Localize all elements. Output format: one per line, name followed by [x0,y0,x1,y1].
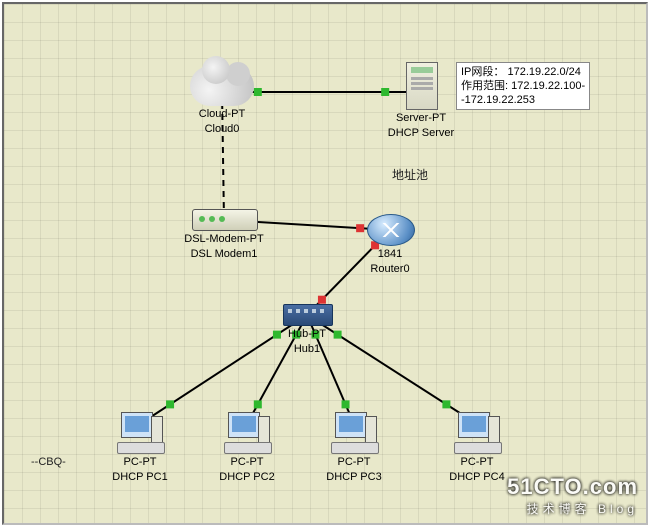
dhcp-info-box: IP网段： 172.19.22.0/24 作用范围: 172.19.22.100… [456,62,590,110]
device-type: PC-PT [103,456,177,469]
device-name: Hub1 [283,343,331,356]
device-name: DHCP PC4 [440,471,514,484]
info-label: IP网段： [461,66,504,78]
watermark-line2: 技术博客 Blog [507,500,638,517]
pc-icon [224,412,270,454]
author-footnote: --CBQ- [31,456,66,468]
device-type: 1841 [367,248,413,261]
device-type: PC-PT [317,456,391,469]
device-server[interactable]: Server-PT DHCP Server [406,62,436,140]
device-type: Cloud-PT [190,108,254,121]
info-line-3: -172.19.22.253 [461,93,585,107]
device-name: DHCP Server [382,127,460,140]
device-hub[interactable]: Hub-PT Hub1 [283,304,331,356]
watermark: 51CTO.com 技术博客 Blog [507,474,638,517]
info-value: -172.19.22.253 [461,94,535,106]
hub-icon [283,304,333,326]
watermark-line1: 51CTO.com [507,474,638,500]
device-name: DHCP PC2 [210,471,284,484]
device-pc4[interactable]: PC-PT DHCP PC4 [454,412,500,484]
info-value: 172.19.22.0/24 [507,66,580,78]
device-cloud[interactable]: Cloud-PT Cloud0 [190,66,254,136]
device-type: Hub-PT [283,328,331,341]
info-line-2: 作用范围: 172.19.22.100- [461,79,585,93]
pc-icon [117,412,163,454]
device-type: DSL-Modem-PT [178,233,270,246]
device-name: Cloud0 [190,123,254,136]
app-frame: IP网段： 172.19.22.0/24 作用范围: 172.19.22.100… [0,0,650,527]
info-value: 172.19.22.100- [511,80,585,92]
device-name: DHCP PC3 [317,471,391,484]
device-pc2[interactable]: PC-PT DHCP PC2 [224,412,270,484]
device-type: PC-PT [440,456,514,469]
modem-icon [192,209,258,231]
device-type: PC-PT [210,456,284,469]
address-pool-label: 地址池 [392,166,428,183]
device-name: Router0 [367,263,413,276]
pc-icon [331,412,377,454]
device-pc3[interactable]: PC-PT DHCP PC3 [331,412,377,484]
device-modem[interactable]: DSL-Modem-PT DSL Modem1 [192,209,256,261]
info-label: 作用范围: [461,80,508,92]
device-router[interactable]: 1841 Router0 [367,214,413,276]
workspace-canvas[interactable]: IP网段： 172.19.22.0/24 作用范围: 172.19.22.100… [2,2,648,525]
router-icon [367,214,415,246]
device-type: Server-PT [382,112,460,125]
cloud-icon [190,66,254,106]
device-name: DHCP PC1 [103,471,177,484]
pc-icon [454,412,500,454]
info-line-1: IP网段： 172.19.22.0/24 [461,65,585,79]
device-pc1[interactable]: PC-PT DHCP PC1 [117,412,163,484]
device-name: DSL Modem1 [178,248,270,261]
server-icon [406,62,438,110]
